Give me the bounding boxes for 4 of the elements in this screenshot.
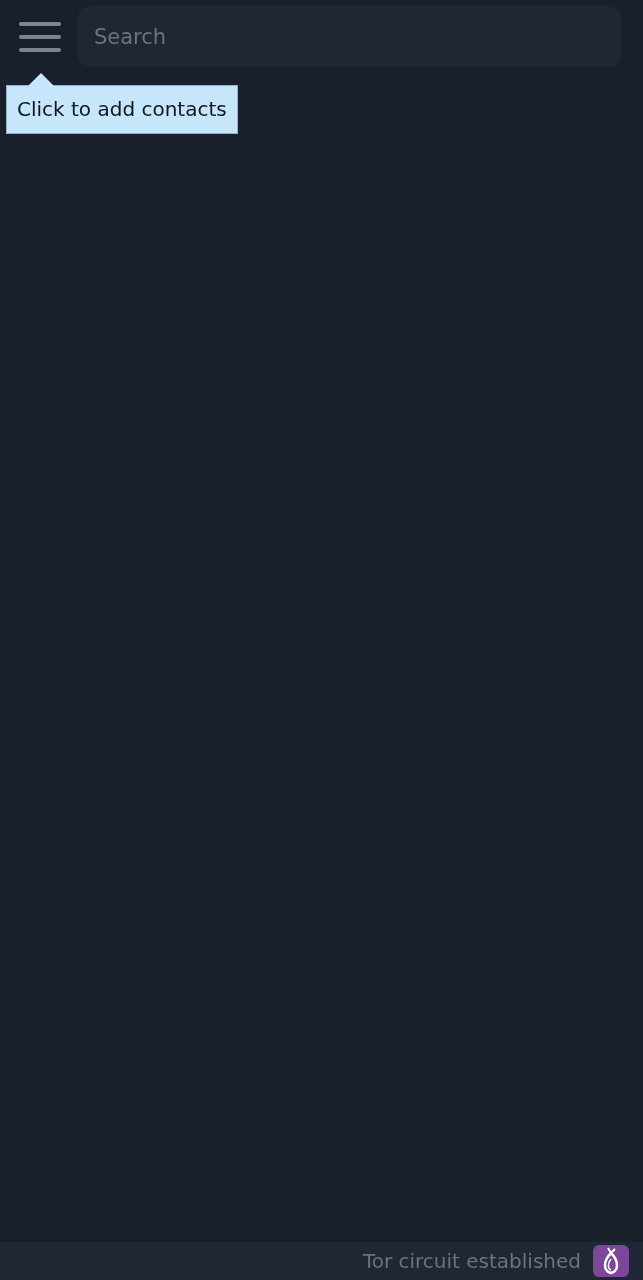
onion-icon [593,1245,629,1277]
search-field[interactable]: Search [78,6,621,67]
menu-icon [19,20,61,53]
status-text: Tor circuit established [362,1248,581,1275]
